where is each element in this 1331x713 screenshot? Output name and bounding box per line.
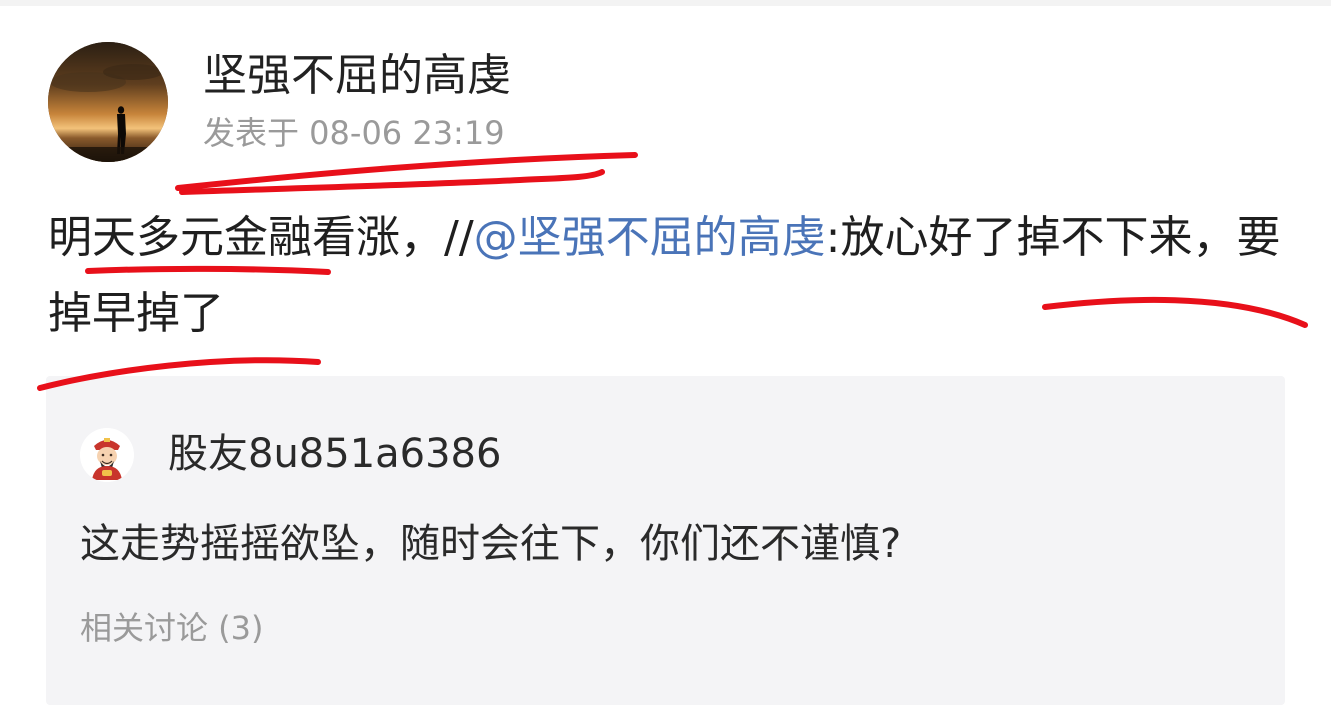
post: 坚强不屈的高虔 发表于 08-06 23:19 明天多元金融看涨，//@坚强不屈… bbox=[0, 0, 1331, 713]
content-text: 明天多元金融看涨，// bbox=[48, 212, 474, 263]
silhouette-sunset-icon bbox=[48, 42, 168, 162]
god-of-wealth-icon bbox=[80, 428, 134, 482]
post-content: 明天多元金融看涨，//@坚强不屈的高虔:放心好了掉不下来，要掉早掉了 bbox=[48, 200, 1288, 352]
quote-author-name[interactable]: 股友8u851a6386 bbox=[168, 428, 501, 480]
annotation-stroke bbox=[175, 152, 638, 191]
quote-avatar[interactable] bbox=[80, 428, 134, 482]
author-name[interactable]: 坚强不屈的高虔 bbox=[203, 50, 511, 102]
quoted-post-card[interactable]: 股友8u851a6386 这走势摇摇欲坠，随时会往下，你们还不谨慎? 相关讨论 … bbox=[46, 376, 1285, 705]
related-discussions-link[interactable]: 相关讨论 (3) bbox=[80, 608, 264, 648]
post-timestamp: 发表于 08-06 23:19 bbox=[203, 114, 505, 152]
mention-link[interactable]: @坚强不屈的高虔 bbox=[474, 212, 826, 263]
avatar[interactable] bbox=[48, 42, 168, 162]
quote-text: 这走势摇摇欲坠，随时会往下，你们还不谨慎? bbox=[80, 521, 902, 567]
annotation-stroke bbox=[179, 169, 605, 195]
